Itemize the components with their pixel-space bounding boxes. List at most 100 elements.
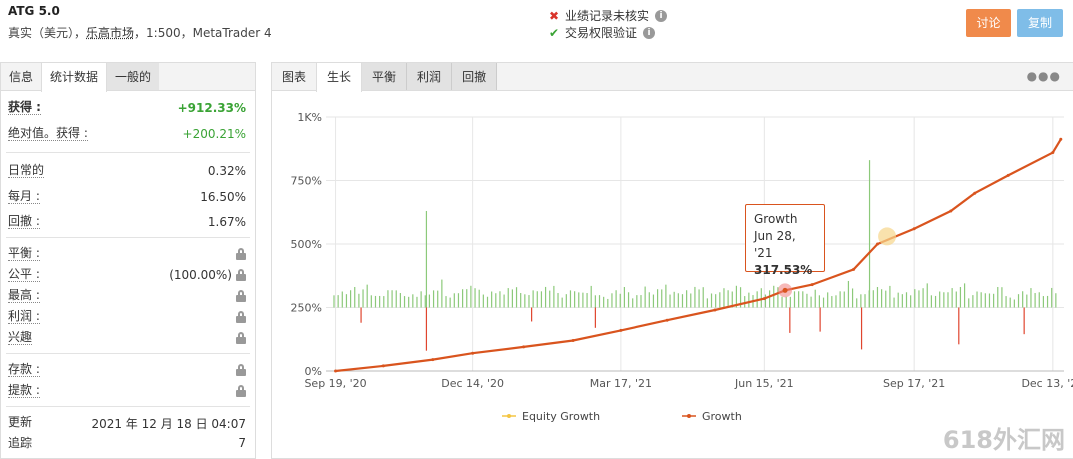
tab-statistics[interactable]: 统计数据 — [41, 63, 108, 92]
growth-point — [912, 227, 916, 231]
stat-balance: 平衡 : — [8, 246, 246, 261]
equity-hover-marker — [878, 227, 897, 246]
growth-point — [810, 283, 814, 287]
chart-tabs: 图表 生长 平衡 利润 回撤 ●●● — [272, 63, 1073, 92]
chart-panel: 图表 生长 平衡 利润 回撤 ●●● 0% 250% 500% 750% 1K% Sep… — [271, 62, 1073, 459]
stat-value: 0.32% — [207, 163, 246, 178]
stat-value: +912.33% — [177, 100, 246, 115]
y-tick-label: 1K% — [297, 111, 322, 124]
growth-point — [1051, 151, 1055, 155]
hover-point — [782, 287, 788, 293]
stat-daily: 日常的 0.32% — [8, 163, 246, 178]
stat-label: 最高 : — [8, 288, 40, 303]
stat-label: 回撤 : — [8, 214, 40, 229]
account-leverage-platform: ，1:500，MetaTrader 4 — [134, 26, 272, 40]
stat-value: +200.21% — [182, 126, 246, 141]
tab-growth[interactable]: 生长 — [316, 63, 363, 92]
tab-info[interactable]: 信息 — [1, 63, 41, 90]
info-icon[interactable]: i — [643, 26, 656, 39]
cross-icon: ✖ — [549, 8, 560, 23]
account-subtitle: 真实（美元），乐高市场，1:500，MetaTrader 4 — [8, 24, 272, 41]
y-tick-label: 250% — [291, 302, 322, 315]
stat-drawdown: 回撤 : 1.67% — [8, 214, 246, 229]
stat-updated: 更新 2021 年 12 月 18 日 04:07 — [8, 415, 246, 432]
tab-profit[interactable]: 利润 — [407, 63, 453, 90]
lock-icon — [236, 310, 246, 323]
stat-tracking: 追踪 7 — [8, 436, 246, 450]
tab-drawdown[interactable]: 回撤 — [452, 63, 498, 90]
trading-privileges-label: 交易权限验证 — [565, 26, 638, 40]
more-options-icon[interactable]: ●●● — [1027, 69, 1061, 83]
stat-value: 1.67% — [207, 214, 246, 229]
growth-point — [1059, 137, 1063, 141]
tooltip-value: 317.53% — [754, 263, 813, 277]
watermark: 618外汇网 — [942, 426, 1065, 454]
x-tick-label: Mar 17, '21 — [590, 377, 652, 390]
x-tick-label: Jun 15, '21 — [734, 377, 794, 390]
legend-label: Growth — [702, 410, 742, 423]
divider — [6, 353, 250, 354]
growth-chart: 0% 250% 500% 750% 1K% Sep 19, '20 Dec 14, '20… — [272, 91, 1073, 459]
info-icon[interactable]: i — [655, 9, 668, 22]
stat-label: 每月 : — [8, 189, 40, 204]
lock-icon — [236, 384, 246, 397]
stat-label: 提款 : — [8, 383, 40, 398]
tab-general[interactable]: 一般的 — [107, 63, 160, 90]
account-type: 真实（美元）， — [8, 26, 87, 40]
growth-point — [665, 318, 669, 322]
discuss-button[interactable]: 讨论 — [966, 9, 1011, 37]
stat-highest: 最高 : — [8, 288, 246, 303]
stat-profit: 利润 : — [8, 309, 246, 324]
lock-icon — [236, 363, 246, 376]
x-tick-label: Sep 17, '21 — [883, 377, 945, 390]
growth-point — [1006, 173, 1010, 177]
growth-point — [571, 339, 575, 343]
trading-privileges-status: ✔ 交易权限验证 i — [549, 24, 656, 41]
growth-point — [619, 328, 623, 332]
lock-icon — [236, 331, 246, 344]
legend-marker — [687, 414, 691, 418]
track-record-label: 业绩记录未核实 — [565, 9, 650, 23]
stat-label: 存款 : — [8, 362, 40, 377]
stat-value: 16.50% — [200, 189, 246, 204]
divider — [6, 152, 250, 153]
stat-label: 公平 : — [8, 267, 40, 282]
legend-label: Equity Growth — [522, 410, 600, 423]
stat-monthly: 每月 : 16.50% — [8, 189, 246, 204]
stats-tabs: 信息 统计数据 一般的 — [1, 63, 255, 92]
stat-value: 2021 年 12 月 18 日 04:07 — [91, 417, 246, 431]
stat-abs-gain: 绝对值。获得 : +200.21% — [8, 126, 246, 141]
divider — [6, 406, 250, 407]
growth-point — [522, 345, 526, 349]
tab-balance[interactable]: 平衡 — [362, 63, 408, 90]
stat-label: 平衡 : — [8, 246, 40, 261]
stat-label: 获得 : — [8, 100, 41, 115]
y-tick-label: 750% — [291, 175, 322, 188]
growth-line — [335, 138, 1062, 373]
growth-point — [973, 191, 977, 195]
growth-point — [381, 364, 385, 368]
divider — [6, 237, 250, 238]
stat-value: 7 — [238, 436, 246, 450]
tooltip-series: Growth — [754, 212, 798, 226]
lock-icon — [236, 247, 246, 260]
broker-link[interactable]: 乐高市场 — [86, 26, 134, 40]
stat-label: 追踪 — [8, 436, 33, 450]
stat-label: 更新 — [8, 415, 33, 429]
lock-icon — [236, 268, 246, 281]
track-record-status: ✖ 业绩记录未核实 i — [549, 7, 668, 24]
stat-deposits: 存款 : — [8, 362, 246, 377]
growth-point — [471, 351, 475, 355]
tooltip-date: Jun 28, '21 — [754, 229, 796, 260]
growth-point — [762, 297, 766, 301]
growth-point — [852, 267, 856, 271]
x-tick-label: Sep 19, '20 — [304, 377, 366, 390]
stat-interest: 兴趣 — [8, 330, 246, 345]
stat-equity: 公平 : (100.00%) — [8, 267, 246, 282]
x-tick-label: Dec 14, '20 — [441, 377, 504, 390]
stat-gain: 获得 : +912.33% — [8, 100, 246, 115]
tab-chart[interactable]: 图表 — [272, 63, 316, 90]
copy-button[interactable]: 复制 — [1017, 9, 1063, 37]
legend-marker — [507, 414, 511, 418]
y-tick-label: 500% — [291, 238, 322, 251]
